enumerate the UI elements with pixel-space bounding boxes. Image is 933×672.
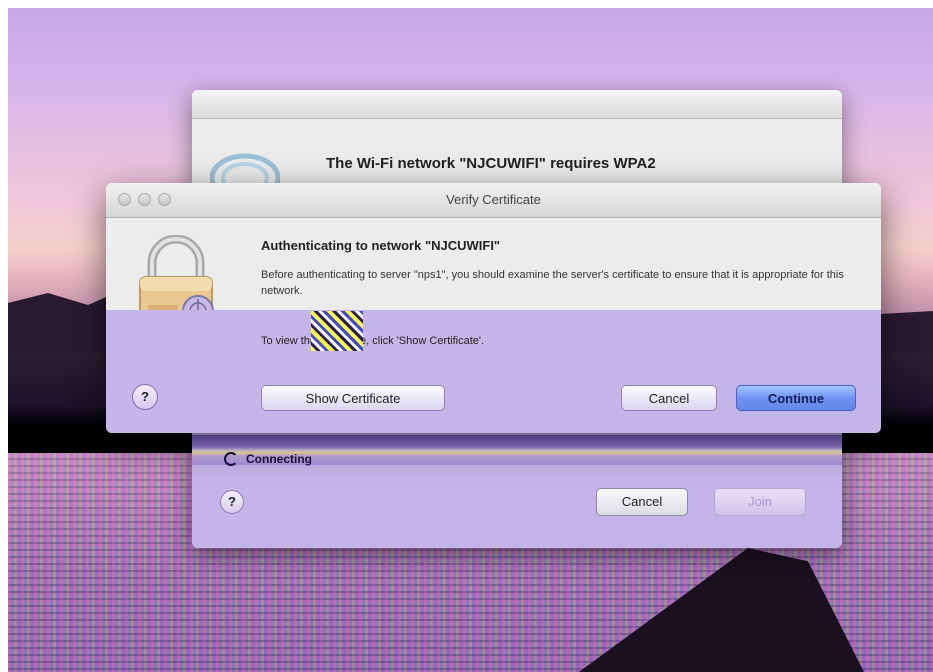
wifi-join-titlebar bbox=[192, 90, 842, 119]
glitch-artifact bbox=[311, 311, 363, 351]
connecting-label: Connecting bbox=[246, 452, 312, 466]
cancel-button[interactable]: Cancel bbox=[621, 385, 717, 411]
continue-button[interactable]: Continue bbox=[736, 385, 856, 411]
connecting-status: Connecting bbox=[224, 452, 312, 466]
view-certificate-hint: To view the certificate, click 'Show Cer… bbox=[261, 335, 485, 347]
wifi-icon bbox=[210, 153, 280, 188]
desktop: The Wi-Fi network "NJCUWIFI" requires WP… bbox=[0, 0, 933, 672]
auth-body-text: Before authenticating to server "nps1", … bbox=[261, 269, 844, 297]
wifi-join-cancel-button[interactable]: Cancel bbox=[596, 488, 688, 516]
dialog-help-button[interactable]: ? bbox=[132, 384, 158, 410]
wifi-join-heading: The Wi-Fi network "NJCUWIFI" requires WP… bbox=[326, 155, 656, 172]
verify-certificate-dialog: Verify Certificate Authenticating to net… bbox=[106, 183, 881, 433]
wifi-join-help-button[interactable]: ? bbox=[220, 490, 244, 514]
show-certificate-button[interactable]: Show Certificate bbox=[261, 385, 445, 411]
auth-heading: Authenticating to network "NJCUWIFI" bbox=[261, 238, 501, 253]
wifi-join-join-button[interactable]: Join bbox=[714, 488, 806, 516]
dialog-titlebar: Verify Certificate bbox=[106, 183, 881, 218]
dialog-lower-panel bbox=[106, 310, 881, 433]
spinner-icon bbox=[224, 452, 238, 466]
dialog-title: Verify Certificate bbox=[446, 192, 541, 207]
